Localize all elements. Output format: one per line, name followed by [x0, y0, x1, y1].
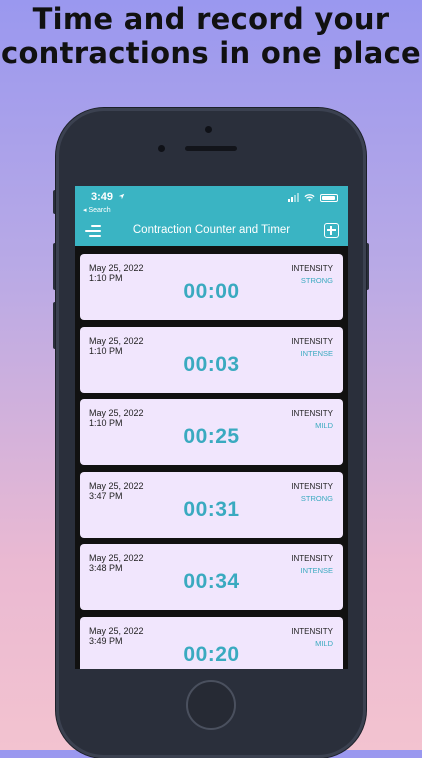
intensity-value: STRONG [300, 493, 333, 503]
status-time-text: 3:49 [91, 191, 114, 203]
status-time: 3:49 [91, 191, 125, 203]
battery-icon [320, 193, 338, 202]
home-button[interactable] [186, 680, 236, 730]
intensity-value: MILD [315, 638, 333, 648]
wifi-icon [304, 193, 315, 202]
nav-title: Contraction Counter and Timer [132, 224, 291, 236]
contraction-duration: 00:20 [183, 642, 240, 666]
menu-lines-icon[interactable] [85, 224, 103, 238]
plus-square-icon[interactable] [324, 223, 339, 238]
intensity-label: INTENSITY [291, 336, 333, 346]
intensity-value: MILD [315, 421, 333, 430]
intensity-label: INTENSITY [291, 481, 333, 491]
intensity-value: INTENSE [300, 348, 333, 358]
status-icons [288, 193, 338, 202]
intensity-value: INTENSE [300, 566, 333, 575]
contraction-date: May 25, 2022 [89, 625, 144, 636]
app-screen: 3:49 ◂ Search Contraction Counter and Ti… [75, 186, 348, 669]
intensity-label: INTENSITY [291, 554, 333, 563]
nav-bar: Contraction Counter and Timer [75, 216, 348, 246]
front-camera [205, 126, 212, 133]
location-arrow-icon [118, 193, 125, 200]
contraction-card[interactable]: May 25, 2022 1:10 PM 00:00 INTENSITY STR… [80, 254, 343, 320]
intensity-label: INTENSITY [291, 409, 333, 418]
contraction-date: May 25, 2022 [89, 263, 144, 273]
earpiece-speaker [185, 146, 237, 151]
contraction-date: May 25, 2022 [89, 335, 144, 346]
contraction-date: May 25, 2022 [89, 408, 144, 418]
intensity-label: INTENSITY [291, 626, 333, 636]
status-bar: 3:49 ◂ Search [75, 186, 348, 216]
contraction-date: May 25, 2022 [89, 480, 144, 491]
contraction-date: May 25, 2022 [89, 553, 144, 563]
cellular-signal-icon [288, 193, 299, 202]
contraction-card[interactable]: May 25, 2022 1:10 PM 00:03 INTENSITY INT… [80, 326, 343, 393]
contraction-card[interactable]: May 25, 2022 3:48 PM 00:34 INTENSITY INT… [80, 544, 343, 610]
intensity-label: INTENSITY [291, 264, 333, 273]
contraction-card[interactable]: May 25, 2022 3:47 PM 00:31 INTENSITY STR… [80, 471, 343, 538]
contraction-duration: 00:25 [183, 425, 240, 448]
headline: Time and record your contractions in one… [0, 2, 422, 70]
proximity-sensor [158, 145, 165, 152]
contraction-card[interactable]: May 25, 2022 1:10 PM 00:25 INTENSITY MIL… [80, 399, 343, 465]
intensity-value: STRONG [300, 276, 333, 285]
contraction-card[interactable]: May 25, 2022 3:49 PM 00:20 INTENSITY MIL… [80, 616, 343, 669]
back-to-search-link[interactable]: ◂ Search [83, 206, 111, 214]
contraction-list: May 25, 2022 1:10 PM 00:00 INTENSITY STR… [80, 254, 343, 669]
